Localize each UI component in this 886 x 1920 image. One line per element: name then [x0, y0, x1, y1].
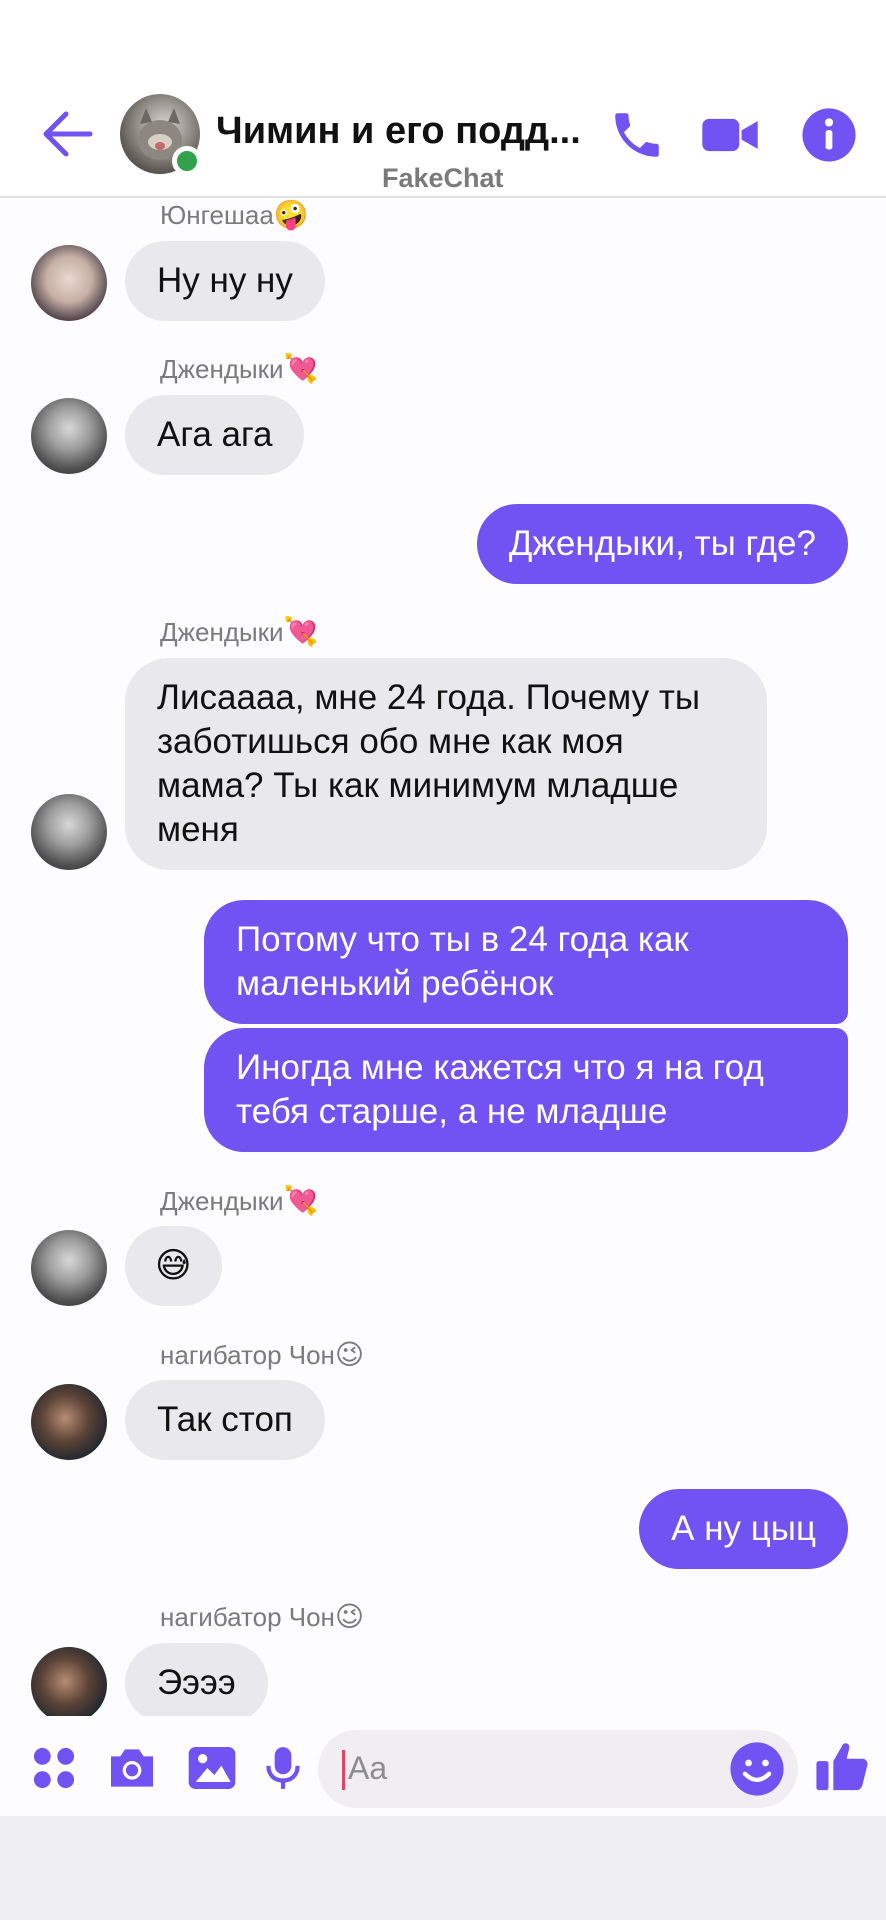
- message-bubble-incoming[interactable]: Ну ну ну: [125, 241, 325, 321]
- video-camera-icon: [702, 118, 758, 152]
- microphone-icon: [266, 1747, 300, 1789]
- avatar[interactable]: [31, 398, 107, 474]
- smiley-icon: [730, 1742, 784, 1796]
- video-call-button[interactable]: [700, 106, 760, 164]
- avatar[interactable]: [31, 1230, 107, 1306]
- sender-emoji: 💘: [283, 1185, 319, 1216]
- chat-subtitle: FakeChat: [382, 163, 504, 193]
- message-bubble-incoming[interactable]: Лисаааа, мне 24 года. Почему ты заботишь…: [125, 658, 767, 870]
- message-composer: Aa: [0, 1716, 886, 1820]
- sender-emoji: 💘: [283, 353, 319, 384]
- sender-emoji: 😉: [334, 1339, 365, 1370]
- group-avatar[interactable]: [120, 94, 202, 176]
- sender-name: Джендыки💘: [160, 615, 318, 648]
- back-button[interactable]: [40, 108, 96, 160]
- sender-name-text: Юнгешаа: [160, 200, 274, 230]
- sender-name-text: Джендыки: [160, 354, 284, 384]
- sender-name-text: нагибатор Чон: [160, 1340, 335, 1370]
- camera-button[interactable]: [104, 1740, 160, 1796]
- sender-name: Юнгешаа🤪: [160, 198, 309, 231]
- phone-icon: [615, 113, 659, 157]
- avatar[interactable]: [31, 1384, 107, 1460]
- online-status-dot: [172, 146, 202, 176]
- like-button[interactable]: [814, 1736, 872, 1796]
- message-bubble-incoming[interactable]: Ага ага: [125, 395, 305, 475]
- sender-name-text: Джендыки: [160, 617, 284, 647]
- message-bubble-outgoing[interactable]: Иногда мне кажется что я на год тебя ста…: [204, 1028, 848, 1152]
- apps-button[interactable]: [26, 1740, 82, 1796]
- apps-icon: [33, 1747, 75, 1789]
- text-caret: [342, 1750, 345, 1790]
- avatar[interactable]: [31, 794, 107, 870]
- gallery-button[interactable]: [184, 1740, 240, 1796]
- info-button[interactable]: [800, 106, 858, 164]
- sender-emoji: 😉: [334, 1601, 365, 1632]
- message-bubble-outgoing[interactable]: Потому что ты в 24 года как маленький ре…: [204, 900, 848, 1024]
- sender-name-text: Джендыки: [160, 1186, 284, 1216]
- sender-name-text: нагибатор Чон: [160, 1602, 335, 1632]
- chat-screen: Чимин и его подд... FakeChat Юнгешаа🤪 Ну…: [0, 0, 886, 1920]
- chat-title[interactable]: Чимин и его подд...: [216, 110, 586, 153]
- voice-call-button[interactable]: [608, 106, 666, 164]
- message-bubble-incoming[interactable]: Ээээ: [125, 1643, 268, 1723]
- sender-emoji: 💘: [283, 616, 319, 647]
- thumbs-up-icon: [816, 1743, 868, 1791]
- camera-icon: [111, 1749, 153, 1787]
- image-icon: [188, 1747, 236, 1789]
- message-bubble-outgoing[interactable]: Джендыки, ты где?: [476, 504, 848, 584]
- avatar[interactable]: [31, 1647, 107, 1723]
- chat-header: Чимин и его подд... FakeChat: [0, 0, 886, 198]
- emoji-button[interactable]: [728, 1740, 786, 1798]
- message-input-placeholder: Aa: [348, 1750, 388, 1786]
- message-input[interactable]: Aa: [318, 1730, 798, 1808]
- message-bubble-outgoing[interactable]: А ну цыц: [639, 1489, 848, 1569]
- voice-message-button[interactable]: [258, 1740, 308, 1796]
- system-navigation-area: [0, 1816, 886, 1920]
- sender-emoji: 🤪: [273, 199, 309, 230]
- avatar[interactable]: [31, 245, 107, 321]
- message-bubble-incoming[interactable]: Так стоп: [125, 1380, 325, 1460]
- sender-name: нагибатор Чон😉: [160, 1600, 364, 1633]
- sender-name: Джендыки💘: [160, 1184, 318, 1217]
- message-bubble-incoming[interactable]: 😅: [125, 1226, 222, 1306]
- info-icon: [802, 108, 856, 162]
- sender-name: нагибатор Чон😉: [160, 1338, 364, 1371]
- arrow-left-icon: [43, 111, 93, 157]
- sender-name: Джендыки💘: [160, 352, 318, 385]
